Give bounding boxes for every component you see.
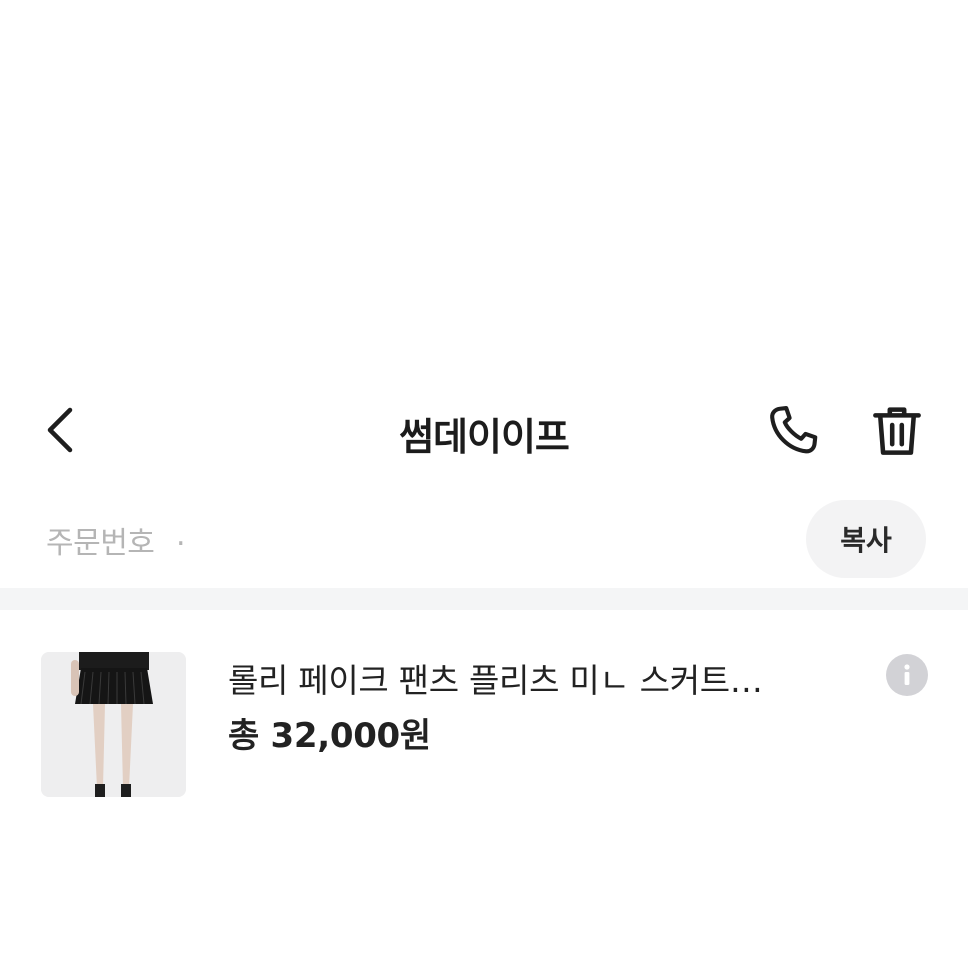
- order-number-value: .: [176, 518, 186, 553]
- order-number-row: 주문번호 . 복사: [0, 496, 968, 582]
- info-button[interactable]: [886, 654, 928, 696]
- header: 썸데이이프: [0, 388, 968, 472]
- skirt-model-image: [41, 652, 186, 797]
- trash-icon: [873, 407, 921, 455]
- info-icon: [904, 664, 910, 685]
- chat-order-page: 썸데이이프 주문번호 . 복사 롤리 페이크 팬츠 플리츠 미ㄴ 스커트… 총 …: [0, 0, 968, 968]
- product-price: 총 32,000원: [228, 716, 431, 756]
- product-name: 롤리 페이크 팬츠 플리츠 미ㄴ 스커트…: [228, 661, 763, 700]
- product-thumbnail: [41, 652, 186, 797]
- call-button[interactable]: [760, 398, 826, 464]
- order-number-label: 주문번호: [46, 526, 155, 561]
- delete-button[interactable]: [864, 398, 930, 464]
- section-divider: [0, 588, 968, 610]
- copy-button[interactable]: 복사: [806, 500, 926, 578]
- product-item[interactable]: 롤리 페이크 팬츠 플리츠 미ㄴ 스커트… 총 32,000원: [0, 650, 968, 800]
- phone-icon: [770, 405, 818, 454]
